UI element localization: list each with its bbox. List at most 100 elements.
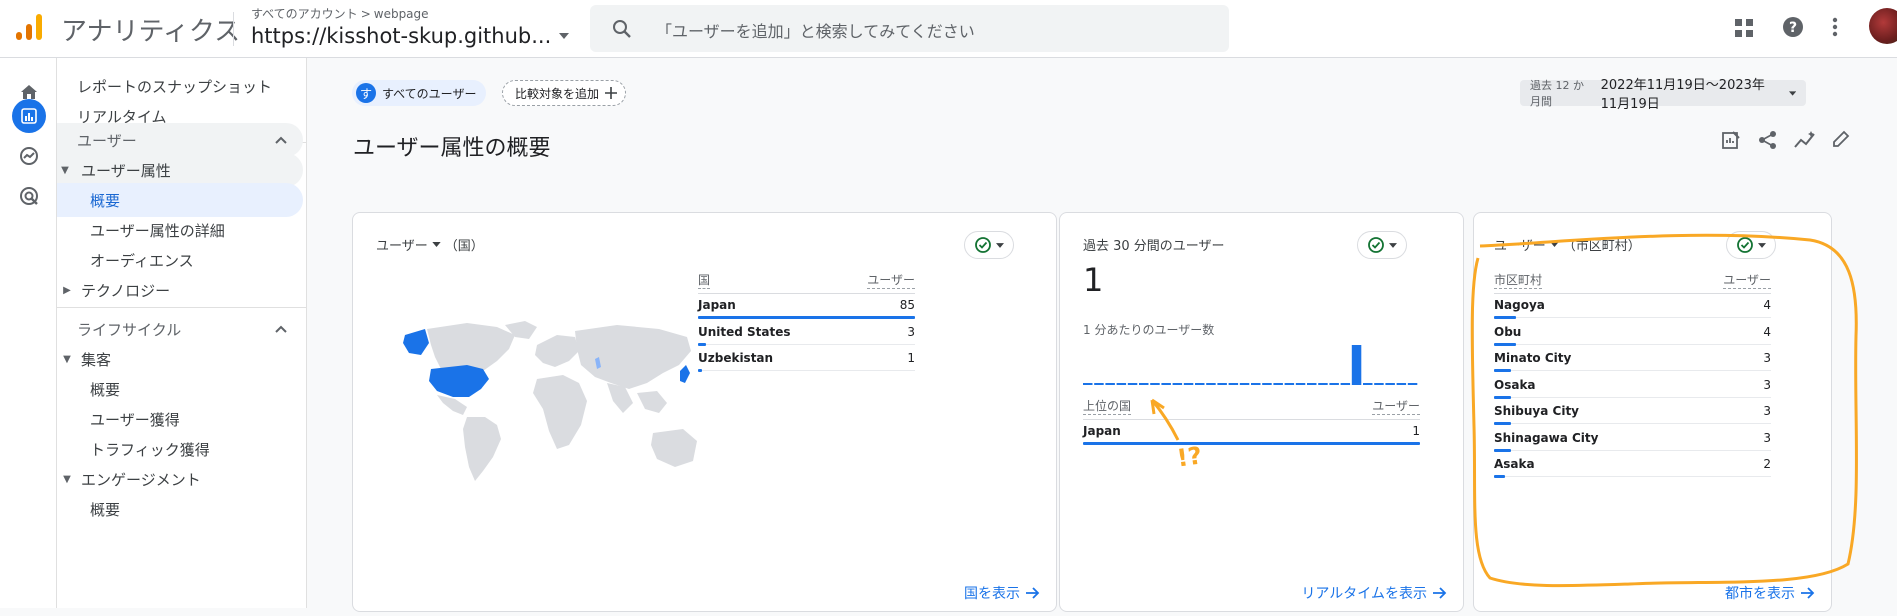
segment-chip[interactable]: す すべてのユーザー [352,80,487,106]
minute-bar[interactable] [1363,383,1373,385]
table-row[interactable]: Nagoya 4 [1494,292,1771,319]
minute-bar[interactable] [1161,383,1171,385]
minute-bar[interactable] [1206,383,1216,385]
minute-bar[interactable] [1139,383,1149,385]
nav-item-snapshot[interactable]: レポートのスナップショット [57,69,303,103]
minute-bar[interactable] [1374,383,1384,385]
minute-bar[interactable] [1239,383,1250,385]
nav-item-audiences[interactable]: オーディエンス [57,243,303,277]
minute-bar[interactable] [1228,383,1239,385]
table-row[interactable]: Minato City 3 [1494,345,1771,372]
customize-report-icon[interactable] [1721,130,1741,150]
card-metric-label[interactable]: ユーザー [1494,235,1546,254]
minute-bar[interactable] [1318,383,1328,385]
table-row[interactable]: Asaka 2 [1494,451,1771,478]
analytics-logo-icon[interactable] [14,12,44,42]
minute-bar[interactable] [1351,345,1362,385]
view-cities-link[interactable]: 都市を表示 [1725,583,1815,603]
reports-icon[interactable] [12,99,46,133]
world-map[interactable] [397,321,702,483]
table-row[interactable]: Osaka 3 [1494,372,1771,399]
date-range-picker[interactable]: 過去 12 か月間 2022年11月19日～2023年11月19日 [1520,78,1806,112]
minute-bar[interactable] [1251,383,1261,385]
table-row[interactable]: United States 3 [698,319,915,346]
nav-section-user[interactable]: ユーザー [57,123,303,157]
minute-bar[interactable] [1150,383,1160,385]
minute-bar[interactable] [1105,383,1115,385]
minute-bar[interactable] [1262,383,1272,385]
dropdown-arrow-icon[interactable] [559,33,570,39]
minute-bar[interactable] [1329,383,1339,385]
minute-bar[interactable] [1307,383,1317,385]
dropdown-arrow-icon[interactable] [1788,90,1797,96]
col-header-dim[interactable]: 国 [698,271,711,289]
search-input[interactable]: 「ユーザーを追加」と検索してみてください [656,18,975,42]
account-name[interactable]: webpage [374,7,429,21]
help-icon[interactable]: ? [1782,16,1804,38]
table-row[interactable]: Uzbekistan 1 [698,345,915,372]
more-vert-icon[interactable] [1832,17,1838,37]
minute-bar[interactable] [1284,383,1295,385]
apps-icon[interactable] [1734,18,1754,38]
account-breadcrumb[interactable]: すべてのアカウント > webpage [251,5,429,22]
minute-bar[interactable] [1172,383,1183,385]
nav-item-eng-overview[interactable]: 概要 [57,492,303,526]
minute-bar[interactable] [1340,383,1351,385]
chevron-up-icon[interactable] [275,325,287,333]
table-row[interactable]: Japan 1 [1083,418,1420,445]
insights-icon[interactable] [1794,130,1816,150]
minute-bar[interactable] [1094,383,1104,385]
nav-item-engagement[interactable]: ▼ エンゲージメント [57,462,303,496]
minute-bar[interactable] [1217,383,1227,385]
data-quality-button[interactable] [1357,231,1407,259]
table-row[interactable]: Shinagawa City 3 [1494,425,1771,452]
property-selector[interactable]: https://kisshot-skup.github... [251,24,570,48]
minute-bar[interactable] [1116,383,1127,385]
minute-bar[interactable] [1295,383,1306,385]
nav-item-acq-overview[interactable]: 概要 [57,372,303,406]
nav-item-user-acquisition[interactable]: ユーザー獲得 [57,402,303,436]
data-quality-button[interactable] [1726,231,1776,259]
advertising-icon[interactable] [12,179,46,213]
dropdown-arrow-icon[interactable] [1550,242,1559,247]
chevron-up-icon[interactable] [275,136,287,144]
card-metric-label[interactable]: ユーザー [376,235,428,254]
minute-bar[interactable] [1183,383,1194,385]
nav-section-lifecycle[interactable]: ライフサイクル [57,312,303,346]
minute-bar[interactable] [1273,383,1283,385]
col-header-dim[interactable]: 市区町村 [1494,271,1543,289]
nav-item-demographics[interactable]: ▼ ユーザー属性 [57,153,303,187]
minute-bar[interactable] [1396,383,1407,385]
dropdown-arrow-icon[interactable] [432,242,441,247]
card-title[interactable]: ユーザー （市区町村） [1494,235,1641,254]
table-row[interactable]: Shibuya City 3 [1494,398,1771,425]
nav-item-traffic-acquisition[interactable]: トラフィック獲得 [57,432,303,466]
per-minute-chart[interactable] [1083,343,1420,385]
nav-item-overview-selected[interactable]: 概要 [57,183,303,217]
explore-icon[interactable] [12,139,46,173]
nav-item-acquisition[interactable]: ▼ 集客 [57,342,303,376]
minute-bar[interactable] [1385,383,1395,385]
col-header-metric[interactable]: ユーザー [1723,271,1771,289]
col-header-dim[interactable]: 上位の国 [1083,397,1132,415]
edit-icon[interactable] [1832,130,1850,148]
minute-bar[interactable] [1083,383,1093,385]
search-bar[interactable]: 「ユーザーを追加」と検索してみてください [590,5,1229,52]
share-icon[interactable] [1758,130,1778,150]
add-comparison-button[interactable]: 比較対象を追加 [502,80,627,106]
col-header-metric[interactable]: ユーザー [867,271,915,289]
minute-bar[interactable] [1195,383,1205,385]
table-row[interactable]: Obu 4 [1494,319,1771,346]
minute-bar[interactable] [1127,383,1138,385]
account-crumb[interactable]: すべてのアカウント [251,5,358,22]
property-name[interactable]: https://kisshot-skup.github... [251,24,551,48]
col-header-metric[interactable]: ユーザー [1372,397,1420,415]
card-title[interactable]: ユーザー （国） [376,235,484,254]
table-row[interactable]: Japan 85 [698,292,915,319]
nav-item-technology[interactable]: ▶ テクノロジー [57,273,303,307]
nav-item-demographic-details[interactable]: ユーザー属性の詳細 [57,213,303,247]
data-quality-button[interactable] [964,231,1014,259]
view-countries-link[interactable]: 国を表示 [964,583,1040,603]
minute-bar[interactable] [1407,383,1418,385]
avatar[interactable] [1869,8,1897,44]
